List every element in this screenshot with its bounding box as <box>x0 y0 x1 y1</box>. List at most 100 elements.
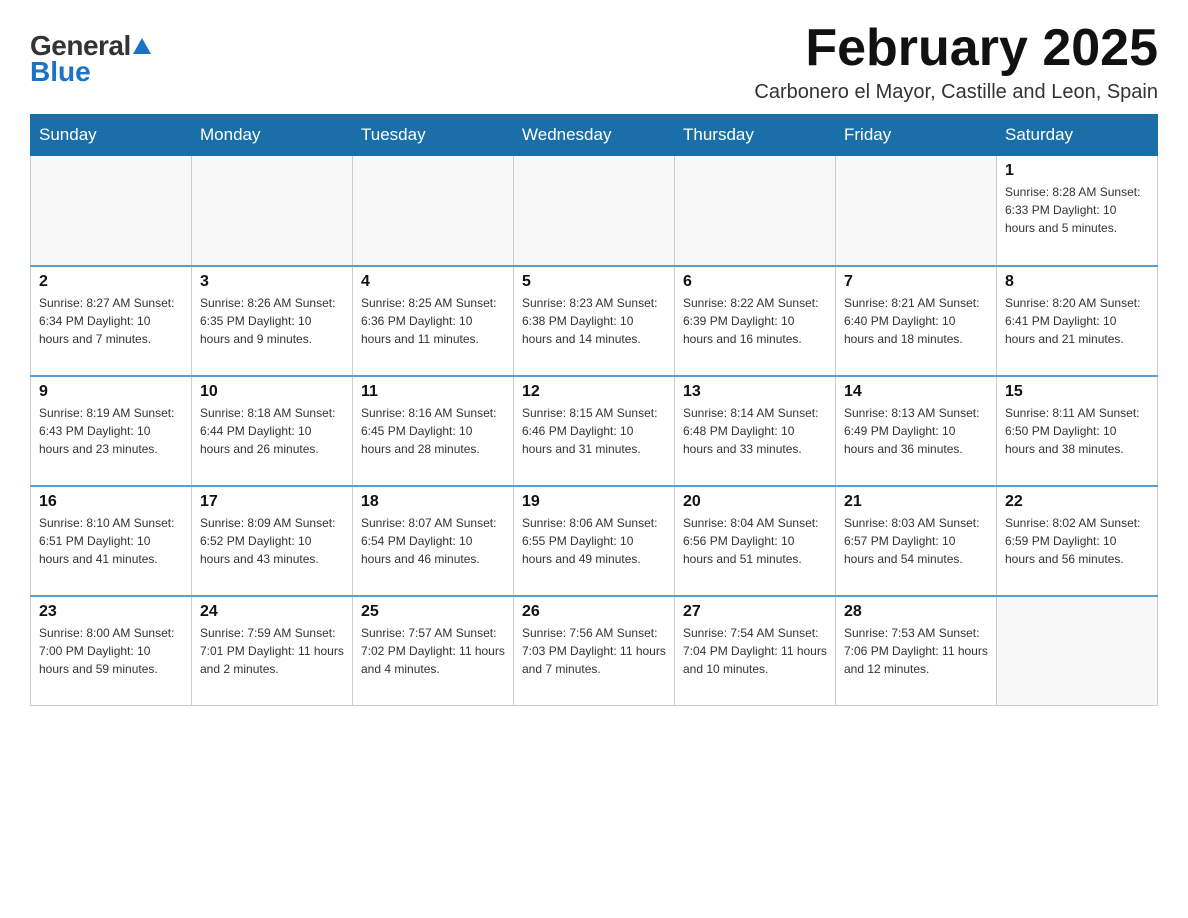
col-wednesday: Wednesday <box>514 115 675 156</box>
col-tuesday: Tuesday <box>353 115 514 156</box>
calendar-cell <box>353 156 514 266</box>
calendar-cell: 6 Sunrise: 8:22 AM Sunset: 6:39 PM Daylig… <box>675 266 836 376</box>
day-info: Sunrise: 8:04 AM Sunset: 6:56 PM Dayligh… <box>683 514 827 568</box>
day-info: Sunrise: 8:07 AM Sunset: 6:54 PM Dayligh… <box>361 514 505 568</box>
day-info: Sunrise: 8:09 AM Sunset: 6:52 PM Dayligh… <box>200 514 344 568</box>
week-row-5: 23 Sunrise: 8:00 AM Sunset: 7:00 PM Dayli… <box>31 596 1158 706</box>
day-number: 5 <box>522 273 666 291</box>
logo: General Blue <box>30 30 151 88</box>
day-number: 13 <box>683 383 827 401</box>
day-number: 7 <box>844 273 988 291</box>
day-number: 11 <box>361 383 505 401</box>
header-row: Sunday Monday Tuesday Wednesday Thursday… <box>31 115 1158 156</box>
day-info: Sunrise: 8:22 AM Sunset: 6:39 PM Dayligh… <box>683 294 827 348</box>
week-row-2: 2Sunrise: 8:27 AM Sunset: 6:34 PM Daylig… <box>31 266 1158 376</box>
calendar-cell: 15 Sunrise: 8:11 AM Sunset: 6:50 PM Dayli… <box>997 376 1158 486</box>
day-info: Sunrise: 8:21 AM Sunset: 6:40 PM Dayligh… <box>844 294 988 348</box>
day-info: Sunrise: 8:03 AM Sunset: 6:57 PM Dayligh… <box>844 514 988 568</box>
day-number: 16 <box>39 493 183 511</box>
day-info: Sunrise: 8:13 AM Sunset: 6:49 PM Dayligh… <box>844 404 988 458</box>
day-number: 9 <box>39 383 183 401</box>
day-info: Sunrise: 8:20 AM Sunset: 6:41 PM Dayligh… <box>1005 294 1149 348</box>
logo-triangle-icon <box>133 38 151 54</box>
day-number: 1 <box>1005 162 1149 180</box>
day-info: Sunrise: 7:56 AM Sunset: 7:03 PM Dayligh… <box>522 624 666 678</box>
day-number: 3 <box>200 273 344 291</box>
day-number: 8 <box>1005 273 1149 291</box>
calendar-cell: 23 Sunrise: 8:00 AM Sunset: 7:00 PM Dayli… <box>31 596 192 706</box>
day-info: Sunrise: 8:14 AM Sunset: 6:48 PM Dayligh… <box>683 404 827 458</box>
col-saturday: Saturday <box>997 115 1158 156</box>
calendar-cell: 16 Sunrise: 8:10 AM Sunset: 6:51 PM Dayli… <box>31 486 192 596</box>
day-number: 12 <box>522 383 666 401</box>
day-info: Sunrise: 8:00 AM Sunset: 7:00 PM Dayligh… <box>39 624 183 678</box>
day-number: 18 <box>361 493 505 511</box>
calendar-cell: 11 Sunrise: 8:16 AM Sunset: 6:45 PM Dayli… <box>353 376 514 486</box>
calendar-cell <box>31 156 192 266</box>
day-info: Sunrise: 8:11 AM Sunset: 6:50 PM Dayligh… <box>1005 404 1149 458</box>
week-row-1: 1 Sunrise: 8:28 AM Sunset: 6:33 PM Daylig… <box>31 156 1158 266</box>
day-number: 17 <box>200 493 344 511</box>
title-section: February 2025 Carbonero el Mayor, Castil… <box>754 20 1158 104</box>
day-info: Sunrise: 8:19 AM Sunset: 6:43 PM Dayligh… <box>39 404 183 458</box>
day-number: 15 <box>1005 383 1149 401</box>
col-thursday: Thursday <box>675 115 836 156</box>
calendar-cell: 5 Sunrise: 8:23 AM Sunset: 6:38 PM Daylig… <box>514 266 675 376</box>
calendar-cell: 25Sunrise: 7:57 AM Sunset: 7:02 PM Dayli… <box>353 596 514 706</box>
calendar-cell: 18 Sunrise: 8:07 AM Sunset: 6:54 PM Dayli… <box>353 486 514 596</box>
calendar-cell: 10Sunrise: 8:18 AM Sunset: 6:44 PM Dayli… <box>192 376 353 486</box>
day-number: 19 <box>522 493 666 511</box>
calendar-cell <box>514 156 675 266</box>
day-info: Sunrise: 8:27 AM Sunset: 6:34 PM Dayligh… <box>39 294 183 348</box>
day-info: Sunrise: 8:16 AM Sunset: 6:45 PM Dayligh… <box>361 404 505 458</box>
calendar-cell <box>192 156 353 266</box>
calendar-cell: 22 Sunrise: 8:02 AM Sunset: 6:59 PM Dayli… <box>997 486 1158 596</box>
day-number: 21 <box>844 493 988 511</box>
day-info: Sunrise: 8:28 AM Sunset: 6:33 PM Dayligh… <box>1005 183 1149 237</box>
day-info: Sunrise: 8:26 AM Sunset: 6:35 PM Dayligh… <box>200 294 344 348</box>
week-row-3: 9 Sunrise: 8:19 AM Sunset: 6:43 PM Daylig… <box>31 376 1158 486</box>
day-info: Sunrise: 7:59 AM Sunset: 7:01 PM Dayligh… <box>200 624 344 678</box>
calendar-cell: 7 Sunrise: 8:21 AM Sunset: 6:40 PM Daylig… <box>836 266 997 376</box>
calendar-cell: 12 Sunrise: 8:15 AM Sunset: 6:46 PM Dayli… <box>514 376 675 486</box>
day-number: 22 <box>1005 493 1149 511</box>
day-info: Sunrise: 8:06 AM Sunset: 6:55 PM Dayligh… <box>522 514 666 568</box>
day-info: Sunrise: 8:18 AM Sunset: 6:44 PM Dayligh… <box>200 404 344 458</box>
calendar-cell <box>675 156 836 266</box>
calendar-cell: 26 Sunrise: 7:56 AM Sunset: 7:03 PM Dayli… <box>514 596 675 706</box>
calendar-cell: 3 Sunrise: 8:26 AM Sunset: 6:35 PM Daylig… <box>192 266 353 376</box>
day-info: Sunrise: 8:15 AM Sunset: 6:46 PM Dayligh… <box>522 404 666 458</box>
calendar-title: February 2025 <box>754 20 1158 77</box>
calendar-cell: 4Sunrise: 8:25 AM Sunset: 6:36 PM Daylig… <box>353 266 514 376</box>
calendar-cell: 28 Sunrise: 7:53 AM Sunset: 7:06 PM Dayli… <box>836 596 997 706</box>
day-number: 6 <box>683 273 827 291</box>
calendar-cell: 17 Sunrise: 8:09 AM Sunset: 6:52 PM Dayli… <box>192 486 353 596</box>
calendar-cell <box>997 596 1158 706</box>
page-header: General Blue February 2025 Carbonero el … <box>30 20 1158 104</box>
col-friday: Friday <box>836 115 997 156</box>
day-info: Sunrise: 8:10 AM Sunset: 6:51 PM Dayligh… <box>39 514 183 568</box>
day-info: Sunrise: 7:54 AM Sunset: 7:04 PM Dayligh… <box>683 624 827 678</box>
calendar-cell: 27 Sunrise: 7:54 AM Sunset: 7:04 PM Dayli… <box>675 596 836 706</box>
day-number: 28 <box>844 603 988 621</box>
day-number: 14 <box>844 383 988 401</box>
day-number: 24 <box>200 603 344 621</box>
week-row-4: 16 Sunrise: 8:10 AM Sunset: 6:51 PM Dayli… <box>31 486 1158 596</box>
calendar-cell: 24 Sunrise: 7:59 AM Sunset: 7:01 PM Dayli… <box>192 596 353 706</box>
day-info: Sunrise: 8:25 AM Sunset: 6:36 PM Dayligh… <box>361 294 505 348</box>
calendar-cell: 1 Sunrise: 8:28 AM Sunset: 6:33 PM Daylig… <box>997 156 1158 266</box>
day-info: Sunrise: 7:53 AM Sunset: 7:06 PM Dayligh… <box>844 624 988 678</box>
day-number: 27 <box>683 603 827 621</box>
day-info: Sunrise: 8:02 AM Sunset: 6:59 PM Dayligh… <box>1005 514 1149 568</box>
calendar-cell <box>836 156 997 266</box>
calendar-cell: 9 Sunrise: 8:19 AM Sunset: 6:43 PM Daylig… <box>31 376 192 486</box>
calendar-cell: 20 Sunrise: 8:04 AM Sunset: 6:56 PM Dayli… <box>675 486 836 596</box>
calendar-cell: 14 Sunrise: 8:13 AM Sunset: 6:49 PM Dayli… <box>836 376 997 486</box>
day-number: 26 <box>522 603 666 621</box>
day-info: Sunrise: 8:23 AM Sunset: 6:38 PM Dayligh… <box>522 294 666 348</box>
day-number: 23 <box>39 603 183 621</box>
day-number: 20 <box>683 493 827 511</box>
logo-blue: Blue <box>30 56 91 88</box>
calendar-table: Sunday Monday Tuesday Wednesday Thursday… <box>30 114 1158 706</box>
day-info: Sunrise: 7:57 AM Sunset: 7:02 PM Dayligh… <box>361 624 505 678</box>
